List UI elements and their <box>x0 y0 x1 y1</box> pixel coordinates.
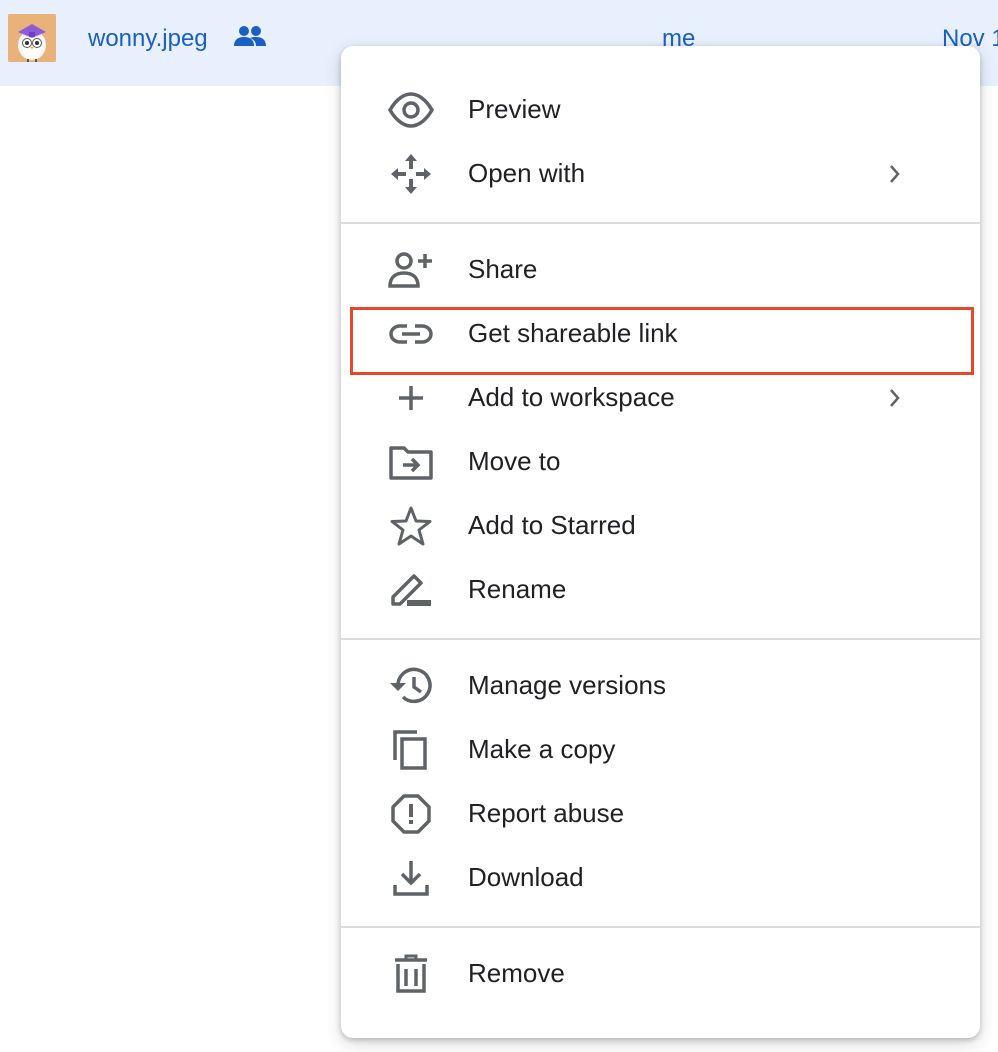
plus-icon <box>387 378 435 418</box>
copy-icon <box>387 730 435 770</box>
pencil-icon <box>387 570 435 610</box>
folder-move-icon <box>387 442 435 482</box>
menu-item-report-abuse[interactable]: Report abuse <box>341 782 980 846</box>
chevron-right-icon <box>881 384 909 412</box>
menu-item-rename[interactable]: Rename <box>341 558 980 622</box>
person-add-icon <box>387 250 435 290</box>
menu-item-label: Rename <box>468 574 567 604</box>
menu-item-label: Preview <box>468 94 561 124</box>
menu-item-label: Move to <box>468 446 561 476</box>
menu-item-open-with[interactable]: Open with <box>341 142 980 206</box>
menu-item-remove[interactable]: Remove <box>341 942 980 1006</box>
star-icon <box>387 506 435 546</box>
link-icon <box>387 314 435 354</box>
menu-divider <box>341 638 980 640</box>
menu-item-make-a-copy[interactable]: Make a copy <box>341 718 980 782</box>
menu-item-label: Add to Starred <box>468 510 636 540</box>
menu-item-share[interactable]: Share <box>341 238 980 302</box>
menu-item-manage-versions[interactable]: Manage versions <box>341 654 980 718</box>
trash-icon <box>387 954 435 994</box>
menu-item-label: Get shareable link <box>468 318 678 348</box>
move-arrows-icon <box>387 154 435 194</box>
menu-item-label: Share <box>468 254 538 284</box>
menu-item-move-to[interactable]: Move to <box>341 430 980 494</box>
eye-icon <box>387 90 435 130</box>
menu-item-label: Download <box>468 862 584 892</box>
context-menu: Preview Open with Share Get shareable li… <box>341 46 980 1038</box>
report-icon <box>387 794 435 834</box>
menu-item-label: Manage versions <box>468 670 666 700</box>
menu-item-add-to-workspace[interactable]: Add to workspace <box>341 366 980 430</box>
menu-item-label: Open with <box>468 158 586 188</box>
chevron-right-icon <box>881 160 909 188</box>
menu-item-label: Remove <box>468 958 565 988</box>
owl-thumbnail-icon <box>8 14 56 62</box>
menu-divider <box>341 926 980 928</box>
menu-item-label: Make a copy <box>468 734 616 764</box>
history-icon <box>387 666 435 706</box>
menu-divider <box>341 222 980 224</box>
menu-item-get-shareable-link[interactable]: Get shareable link <box>341 302 980 366</box>
download-icon <box>387 858 435 898</box>
menu-item-download[interactable]: Download <box>341 846 980 910</box>
people-icon <box>233 24 267 50</box>
menu-item-label: Report abuse <box>468 798 625 828</box>
menu-item-add-to-starred[interactable]: Add to Starred <box>341 494 980 558</box>
menu-item-preview[interactable]: Preview <box>341 78 980 142</box>
menu-item-label: Add to workspace <box>468 382 675 412</box>
file-name[interactable]: wonny.jpeg <box>88 24 208 54</box>
